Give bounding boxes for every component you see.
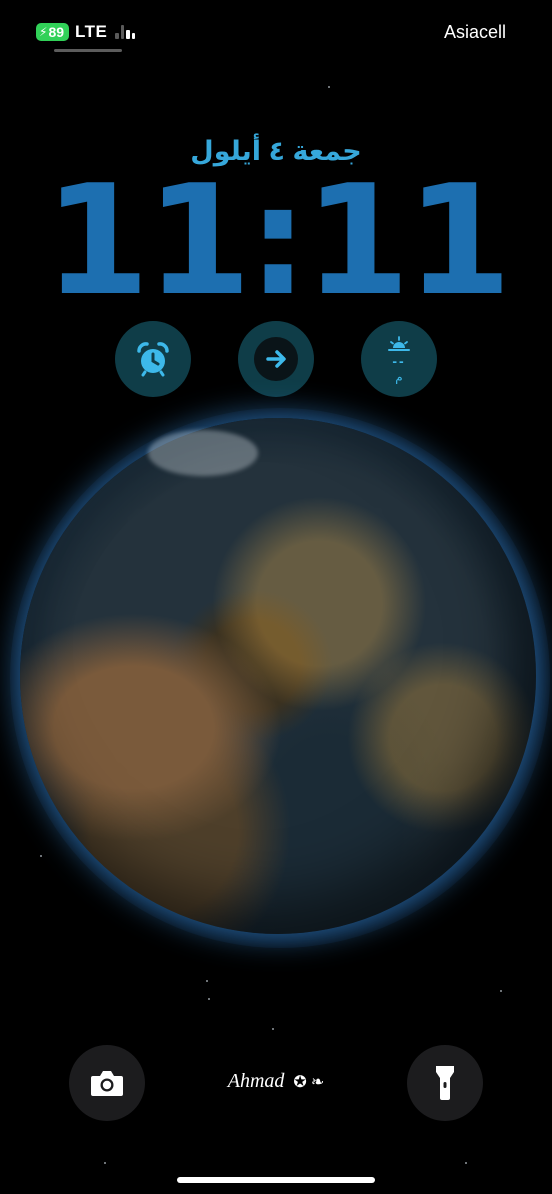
signal-strength-icon (115, 25, 136, 39)
alarm-widget[interactable] (115, 321, 191, 397)
arrow-right-icon (266, 350, 286, 368)
flashlight-button[interactable] (407, 1045, 483, 1121)
sunrise-unit: م (395, 369, 403, 384)
polar-ice (148, 430, 258, 476)
signature-name: Ahmad (227, 1070, 285, 1092)
charging-bolt-icon: ⚡ (39, 25, 48, 39)
lock-time: 11:11 (44, 152, 512, 329)
alarm-clock-icon (137, 342, 169, 377)
network-type: LTE (75, 22, 108, 41)
sunrise-icon (388, 335, 410, 351)
arrow-widget[interactable] (238, 321, 314, 397)
sunrise-widget[interactable]: -- م (361, 321, 437, 397)
signature-symbols: ✪ ❧ (293, 1074, 325, 1091)
earth-icon (20, 418, 536, 934)
status-bar-left: ⚡ 89 LTE (36, 22, 136, 42)
status-underline (54, 49, 122, 52)
home-indicator[interactable] (177, 1177, 375, 1183)
carrier-name: Asiacell (443, 22, 506, 42)
battery-level: 89 (48, 24, 65, 40)
sunrise-value: -- (392, 352, 406, 369)
arrow-circle (254, 337, 298, 381)
battery-indicator: ⚡ 89 (36, 23, 70, 41)
flashlight-icon (436, 1066, 454, 1100)
